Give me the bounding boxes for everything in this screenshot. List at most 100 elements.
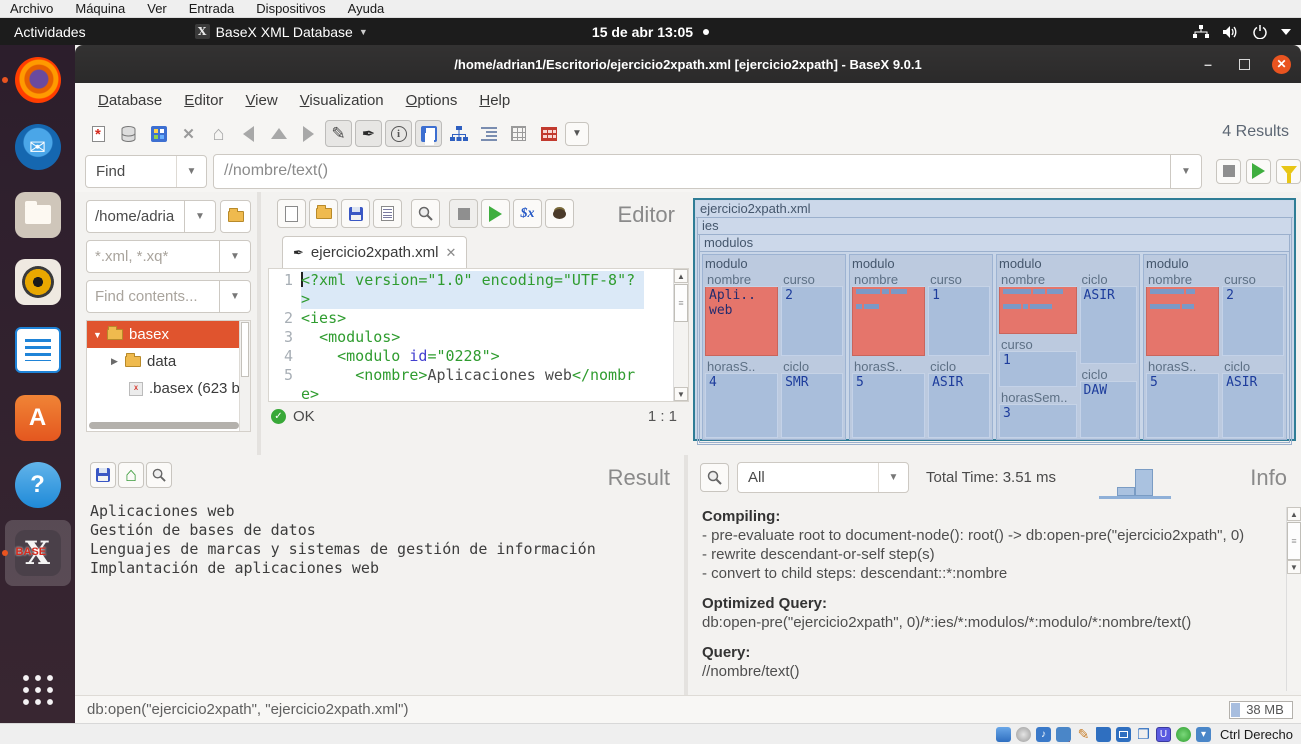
- vbox-menu-dispositivos[interactable]: Dispositivos: [256, 1, 325, 16]
- toggle-grid-view-button[interactable]: [505, 120, 532, 147]
- tree-horizontal-scrollbar[interactable]: [89, 422, 239, 429]
- info-filter-combo[interactable]: All ▼: [737, 462, 909, 493]
- result-output[interactable]: Aplicaciones webGestión de bases de dato…: [90, 502, 684, 578]
- contents-history-button[interactable]: ▼: [220, 280, 251, 313]
- back-button[interactable]: [235, 120, 262, 147]
- dock-item-ubuntu-software[interactable]: A: [5, 385, 71, 451]
- dock-item-basex[interactable]: XBASE: [5, 520, 71, 586]
- editor-history-button[interactable]: [373, 199, 402, 228]
- menu-visualization[interactable]: Visualization: [291, 88, 393, 113]
- menu-editor[interactable]: Editor: [175, 88, 232, 113]
- editor-find-button[interactable]: [411, 199, 440, 228]
- dock-item-show-applications[interactable]: [5, 658, 71, 724]
- features-icon[interactable]: [1176, 727, 1191, 742]
- map-ies-node[interactable]: ies: [698, 218, 1291, 235]
- tree-item-basex[interactable]: ▼ basex: [87, 321, 250, 348]
- map-modulo-node[interactable]: modulo nombre horasS..5 curso2: [1143, 254, 1287, 440]
- shared-folder-icon[interactable]: [1096, 727, 1111, 742]
- menu-database[interactable]: Database: [89, 88, 171, 113]
- map-modulo-node[interactable]: modulo nombre horasS..5 curso1: [849, 254, 993, 440]
- editor-debug-button[interactable]: [545, 199, 574, 228]
- seamless-windows-icon[interactable]: ❐: [1136, 727, 1151, 742]
- editor-external-vars-button[interactable]: $x: [513, 199, 542, 228]
- editor-save-button[interactable]: [341, 199, 370, 228]
- editor-run-button[interactable]: [481, 199, 510, 228]
- find-contents-input[interactable]: [86, 280, 220, 313]
- dock-item-thunderbird[interactable]: ✉: [5, 115, 71, 181]
- toggle-editor-button[interactable]: ✎: [325, 120, 352, 147]
- browse-folder-button[interactable]: [220, 200, 251, 233]
- file-filter-input[interactable]: [86, 240, 220, 273]
- tab-ejercicio2xpath[interactable]: ✒ ejercicio2xpath.xml ✕: [282, 236, 467, 268]
- result-save-button[interactable]: [90, 462, 116, 488]
- toggle-info-button[interactable]: i: [385, 120, 412, 147]
- path-history-button[interactable]: ▼: [185, 200, 216, 233]
- info-output[interactable]: Compiling: - pre-evaluate root to docume…: [702, 507, 1279, 691]
- map-file-node[interactable]: ejercicio2xpath.xml: [696, 201, 1293, 218]
- close-tab-icon[interactable]: ✕: [445, 245, 456, 261]
- app-menu-button[interactable]: X BaseX XML Database ▼: [195, 24, 368, 40]
- editor-vertical-scrollbar[interactable]: ▲ ≡ ▼: [673, 269, 688, 401]
- map-highlighted-result[interactable]: Apli.. web: [705, 287, 778, 356]
- editor-stop-button[interactable]: [449, 199, 478, 228]
- status-menu-icon[interactable]: ▾: [1196, 727, 1211, 742]
- menu-view[interactable]: View: [236, 88, 286, 113]
- vbox-menu-maquina[interactable]: Máquina: [75, 1, 125, 16]
- path-input[interactable]: [86, 200, 185, 233]
- vbox-menu-entrada[interactable]: Entrada: [189, 1, 235, 16]
- find-mode-combo[interactable]: Find ▼: [85, 155, 207, 188]
- map-modulo-node[interactable]: modulo nombreApli.. web horasS..4 curso2: [702, 254, 846, 440]
- maximize-button[interactable]: [1239, 59, 1250, 70]
- up-button[interactable]: [265, 120, 292, 147]
- memory-widget[interactable]: 38 MB: [1229, 701, 1293, 719]
- expand-arrow-icon[interactable]: ▼: [93, 330, 101, 340]
- scroll-down-icon[interactable]: ▼: [1287, 560, 1301, 574]
- editor-open-button[interactable]: [309, 199, 338, 228]
- open-database-button[interactable]: [115, 120, 142, 147]
- network-icon[interactable]: [1056, 727, 1071, 742]
- home-button[interactable]: ⌂: [205, 120, 232, 147]
- dock-item-help[interactable]: ?: [5, 452, 71, 518]
- minimize-button[interactable]: –: [1199, 56, 1217, 72]
- display-icon[interactable]: [1116, 727, 1131, 742]
- info-vertical-scrollbar[interactable]: ▲ ≡ ▼: [1286, 507, 1301, 691]
- scrollbar-thumb[interactable]: ≡: [674, 284, 688, 322]
- info-find-button[interactable]: [700, 463, 729, 492]
- menu-help[interactable]: Help: [470, 88, 519, 113]
- shared-clipboard-pen-icon[interactable]: ✎: [1076, 727, 1091, 742]
- tree-item-data[interactable]: ▶ data: [87, 348, 250, 375]
- tree-item-basex-file[interactable]: X .basex (623 b): [87, 375, 250, 402]
- map-visualization[interactable]: ejercicio2xpath.xml ies modulos modulo n…: [693, 198, 1296, 441]
- map-modulo-node[interactable]: modulo nombre curso1 horasSem..3: [996, 254, 1140, 440]
- query-input[interactable]: [213, 154, 1171, 189]
- map-highlighted-result[interactable]: [852, 287, 925, 356]
- close-button[interactable]: ✕: [1272, 55, 1291, 74]
- toggle-result-button[interactable]: ✒: [355, 120, 382, 147]
- filter-history-button[interactable]: ▼: [220, 240, 251, 273]
- forward-button[interactable]: [295, 120, 322, 147]
- dock-item-files[interactable]: [5, 182, 71, 248]
- filter-button[interactable]: [1276, 159, 1301, 184]
- audio-icon[interactable]: ♪: [1036, 727, 1051, 742]
- dock-item-firefox[interactable]: [5, 47, 71, 113]
- map-highlighted-result[interactable]: [999, 287, 1077, 334]
- clock-label[interactable]: 15 de abr 13:05: [592, 24, 693, 40]
- stop-button[interactable]: [1216, 159, 1241, 184]
- window-titlebar[interactable]: /home/adrian1/Escritorio/ejercicio2xpath…: [75, 45, 1301, 83]
- result-home-button[interactable]: ⌂: [118, 462, 144, 488]
- close-database-button[interactable]: ✕: [175, 120, 202, 147]
- vbox-menu-ver[interactable]: Ver: [147, 1, 167, 16]
- dock-item-libreoffice-writer[interactable]: [5, 317, 71, 383]
- vbox-menu-ayuda[interactable]: Ayuda: [348, 1, 385, 16]
- toggle-table-view-button[interactable]: [415, 120, 442, 147]
- optical-disk-icon[interactable]: [1016, 727, 1031, 742]
- menu-options[interactable]: Options: [397, 88, 467, 113]
- view-dropdown-button[interactable]: ▼: [565, 122, 589, 146]
- scroll-up-icon[interactable]: ▲: [674, 269, 688, 283]
- toggle-table-red-view-button[interactable]: [535, 120, 562, 147]
- tree-vertical-scrollbar[interactable]: [239, 321, 250, 431]
- map-modulos-node[interactable]: modulos: [700, 235, 1289, 252]
- database-properties-button[interactable]: [145, 120, 172, 147]
- activities-button[interactable]: Actividades: [0, 18, 100, 45]
- new-database-button[interactable]: [85, 120, 112, 147]
